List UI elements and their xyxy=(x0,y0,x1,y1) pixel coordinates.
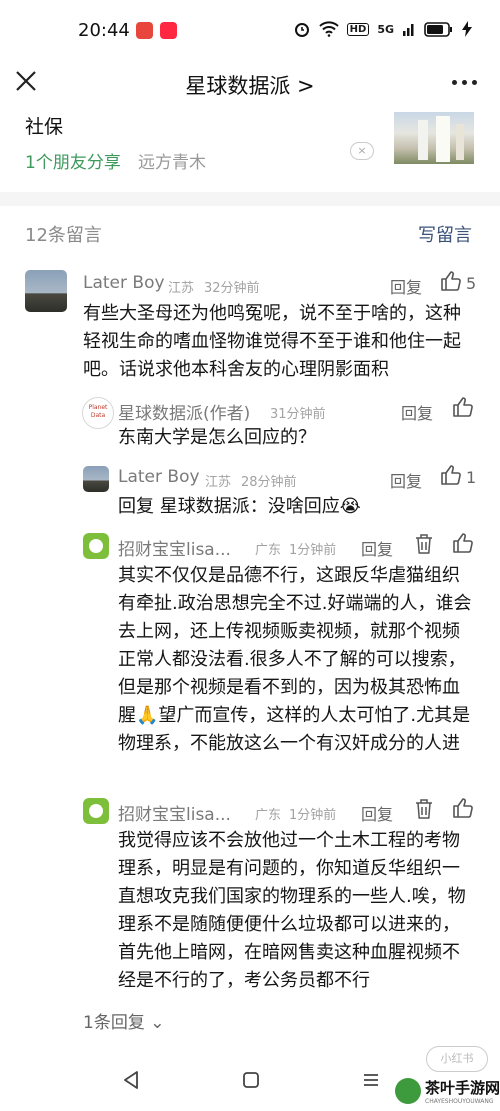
commenter-name[interactable]: 招财宝宝lisa... xyxy=(118,800,231,825)
author-avatar[interactable]: Planet Data xyxy=(82,397,114,429)
nav-bar: 星球数据派 > xyxy=(0,58,500,108)
comment-region: 广东 xyxy=(255,808,282,823)
article-thumbnail xyxy=(394,112,474,164)
comment-text: 东南大学是怎么回应的？ xyxy=(118,427,316,448)
dismiss-button[interactable]: × xyxy=(350,142,374,160)
like-count: 1 xyxy=(466,468,477,487)
tea-leaf-icon xyxy=(395,1078,421,1104)
app-notification-icon xyxy=(136,22,153,39)
like-icon[interactable] xyxy=(440,270,462,292)
article-author: 远方青木 xyxy=(138,153,206,173)
more-icon[interactable] xyxy=(452,80,477,85)
avatar-text: Data xyxy=(90,412,106,419)
back-nav-icon[interactable] xyxy=(122,1070,140,1090)
comment-time: 28分钟前 xyxy=(241,475,297,490)
like-icon[interactable] xyxy=(452,396,474,418)
hd-icon: HD xyxy=(346,22,370,36)
avatar-text: Planet xyxy=(88,404,108,411)
delete-icon[interactable] xyxy=(414,798,434,820)
logo-text: 茶叶手游网 xyxy=(425,1079,500,1097)
avatar[interactable] xyxy=(25,270,67,312)
comment-text: 有些大圣母还为他鸣冤呢，说不至于啥的，这种轻视生命的嗜血怪物谁觉得不至于谁和他住… xyxy=(83,303,461,380)
comment-region: 广东 xyxy=(255,543,282,558)
logo-subtext: CHAYESHOUYOUWANG xyxy=(425,1098,494,1105)
signal-icon xyxy=(403,24,414,36)
avatar[interactable] xyxy=(83,533,109,559)
avatar[interactable] xyxy=(83,466,109,492)
comment-time: 1分钟前 xyxy=(289,543,337,558)
avatar[interactable] xyxy=(83,798,109,824)
commenter-name[interactable]: Later Boy xyxy=(83,273,165,293)
reply-button[interactable]: 回复 xyxy=(361,536,393,560)
watermark: 小红书 xyxy=(426,1046,488,1072)
delete-icon[interactable] xyxy=(414,533,434,555)
commenter-name[interactable]: 星球数据派(作者) xyxy=(118,399,250,424)
reply-button[interactable]: 回复 xyxy=(390,274,422,298)
like-icon[interactable] xyxy=(452,797,474,819)
comment-time: 31分钟前 xyxy=(270,407,326,422)
like-icon[interactable] xyxy=(452,532,474,554)
section-divider xyxy=(0,192,500,206)
article-title: 社保 xyxy=(25,116,64,138)
comment-time: 1分钟前 xyxy=(289,808,337,823)
comment-count: 12条留言 xyxy=(25,225,102,246)
comment-text: 其实不仅仅是品德不行，这跟反华虐猫组织有牵扯.政治思想完全不过.好端端的人，谁会… xyxy=(118,565,472,754)
alarm-icon xyxy=(294,23,309,37)
status-bar: 20:44 HD 5G xyxy=(0,0,500,58)
home-nav-icon[interactable] xyxy=(242,1071,260,1089)
wifi-icon xyxy=(318,21,339,37)
app-notification-icon xyxy=(160,22,177,39)
reply-button[interactable]: 回复 xyxy=(401,400,433,424)
comment-text: 回复 星球数据派：没啥回应😭 xyxy=(118,496,361,517)
comments-header: 12条留言 写留言 xyxy=(0,206,500,258)
menu-nav-icon[interactable] xyxy=(362,1071,380,1089)
commenter-name[interactable]: Later Boy xyxy=(118,467,200,487)
friends-shared: 1个朋友分享 xyxy=(25,153,121,173)
comment-region: 江苏 xyxy=(205,475,232,490)
charging-icon xyxy=(462,21,472,37)
network-type: 5G xyxy=(377,22,394,36)
comment-region: 江苏 xyxy=(168,281,195,296)
write-comment-button[interactable]: 写留言 xyxy=(418,221,472,247)
account-title[interactable]: 星球数据派 > xyxy=(0,70,500,100)
comment-text: 我觉得应该不会放他过一个土木工程的考物理系，明显是有问题的，你知道反华组织一直想… xyxy=(118,830,466,991)
more-replies-link[interactable]: 1条回复 ⌄ xyxy=(83,1008,164,1033)
commenter-name[interactable]: 招财宝宝lisa... xyxy=(118,535,231,560)
battery-icon xyxy=(424,21,452,37)
comment-time: 32分钟前 xyxy=(204,281,260,296)
status-icons: HD 5G xyxy=(293,20,472,38)
reply-button[interactable]: 回复 xyxy=(390,468,422,492)
like-icon[interactable] xyxy=(440,464,462,486)
reply-button[interactable]: 回复 xyxy=(361,801,393,825)
clock: 20:44 xyxy=(78,20,130,41)
like-count: 5 xyxy=(466,274,477,293)
site-logo: 茶叶手游网 CHAYESHOUYOUWANG xyxy=(393,1074,500,1111)
